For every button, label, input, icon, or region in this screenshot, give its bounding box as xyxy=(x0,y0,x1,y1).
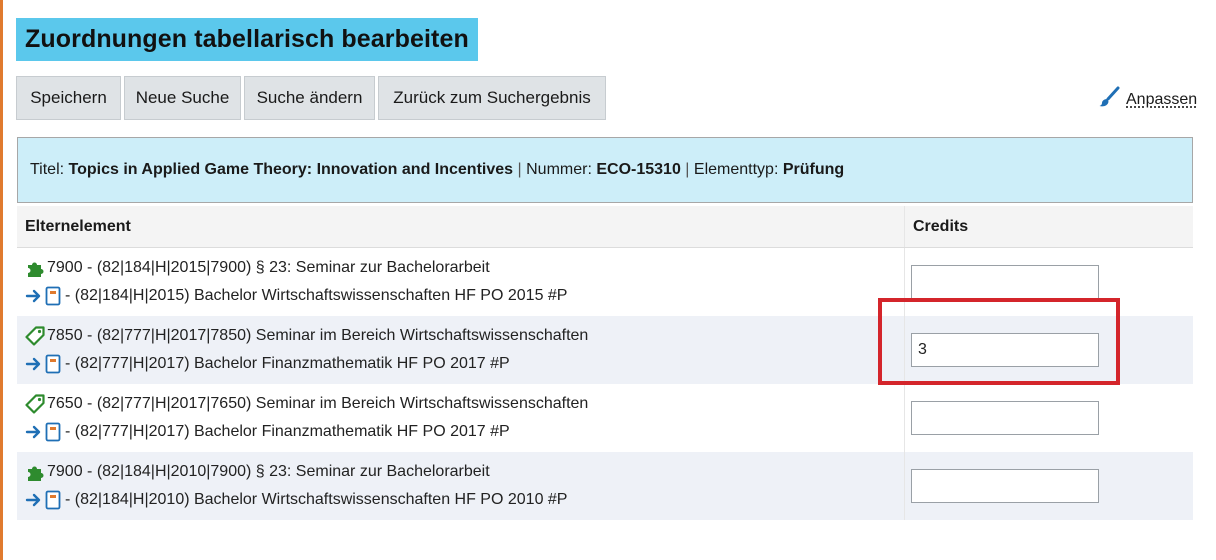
change-search-button[interactable]: Suche ändern xyxy=(244,76,375,120)
parent-element-title[interactable]: 7900 - (82|184|H|2010|7900) § 23: Semina… xyxy=(47,463,490,481)
table-row: 7650 - (82|777|H|2017|7650) Seminar im B… xyxy=(17,384,1193,452)
notebook-icon xyxy=(45,490,61,510)
parent-element-program[interactable]: - (82|777|H|2017) Bachelor Finanzmathema… xyxy=(65,423,510,441)
arrow-right-icon xyxy=(25,355,43,373)
arrow-right-icon xyxy=(25,491,43,509)
back-to-results-button[interactable]: Zurück zum Suchergebnis xyxy=(378,76,606,120)
info-title-value: Topics in Applied Game Theory: Innovatio… xyxy=(68,161,514,178)
credits-input[interactable] xyxy=(911,469,1099,503)
credits-input[interactable] xyxy=(911,265,1099,299)
parent-element-program[interactable]: - (82|777|H|2017) Bachelor Finanzmathema… xyxy=(65,355,510,373)
page-title-box: Zuordnungen tabellarisch bearbeiten xyxy=(16,18,478,61)
save-button[interactable]: Speichern xyxy=(16,76,121,120)
credits-cell xyxy=(905,452,1193,520)
credits-input[interactable] xyxy=(911,401,1099,435)
customize-link[interactable]: Anpassen xyxy=(1098,86,1197,113)
element-info-box: Titel: Topics in Applied Game Theory: In… xyxy=(17,137,1193,203)
parent-element-program[interactable]: - (82|184|H|2015) Bachelor Wirtschaftswi… xyxy=(65,287,567,305)
table-header: Elternelement Credits xyxy=(17,206,1193,248)
parent-element-cell: 7900 - (82|184|H|2015|7900) § 23: Semina… xyxy=(17,248,905,316)
column-header-parent: Elternelement xyxy=(17,206,905,247)
arrow-right-icon xyxy=(25,287,43,305)
left-edge-accent xyxy=(0,0,3,560)
column-header-credits: Credits xyxy=(913,217,969,235)
highlight-annotation-box xyxy=(878,298,1120,385)
notebook-icon xyxy=(45,422,61,442)
notebook-icon xyxy=(45,354,61,374)
info-separator: | xyxy=(517,161,522,178)
parent-element-title[interactable]: 7850 - (82|777|H|2017|7850) Seminar im B… xyxy=(47,327,588,345)
info-type-value: Prüfung xyxy=(782,161,845,178)
info-separator: | xyxy=(685,161,690,178)
new-search-button[interactable]: Neue Suche xyxy=(124,76,241,120)
puzzle-icon xyxy=(25,258,47,278)
parent-element-title[interactable]: 7650 - (82|777|H|2017|7650) Seminar im B… xyxy=(47,395,588,413)
parent-element-title[interactable]: 7900 - (82|184|H|2015|7900) § 23: Semina… xyxy=(47,259,490,277)
tag-icon xyxy=(25,326,47,346)
tag-icon xyxy=(25,394,47,414)
brush-icon xyxy=(1098,86,1120,113)
parent-element-cell: 7650 - (82|777|H|2017|7650) Seminar im B… xyxy=(17,384,905,452)
customize-label: Anpassen xyxy=(1126,90,1198,108)
parent-element-cell: 7850 - (82|777|H|2017|7850) Seminar im B… xyxy=(17,316,905,384)
puzzle-icon xyxy=(25,462,47,482)
credits-cell xyxy=(905,384,1193,452)
info-number-label: Nummer: xyxy=(526,161,592,178)
info-type-label: Elementtyp: xyxy=(693,161,779,178)
table-row: 7900 - (82|184|H|2010|7900) § 23: Semina… xyxy=(17,452,1193,520)
info-title-label: Titel: xyxy=(30,161,65,178)
arrow-right-icon xyxy=(25,423,43,441)
toolbar: Speichern Neue Suche Suche ändern Zurück… xyxy=(16,76,606,120)
page-title: Zuordnungen tabellarisch bearbeiten xyxy=(25,25,469,53)
notebook-icon xyxy=(45,286,61,306)
parent-element-cell: 7900 - (82|184|H|2010|7900) § 23: Semina… xyxy=(17,452,905,520)
parent-element-program[interactable]: - (82|184|H|2010) Bachelor Wirtschaftswi… xyxy=(65,491,567,509)
info-number-value: ECO-15310 xyxy=(596,161,681,178)
